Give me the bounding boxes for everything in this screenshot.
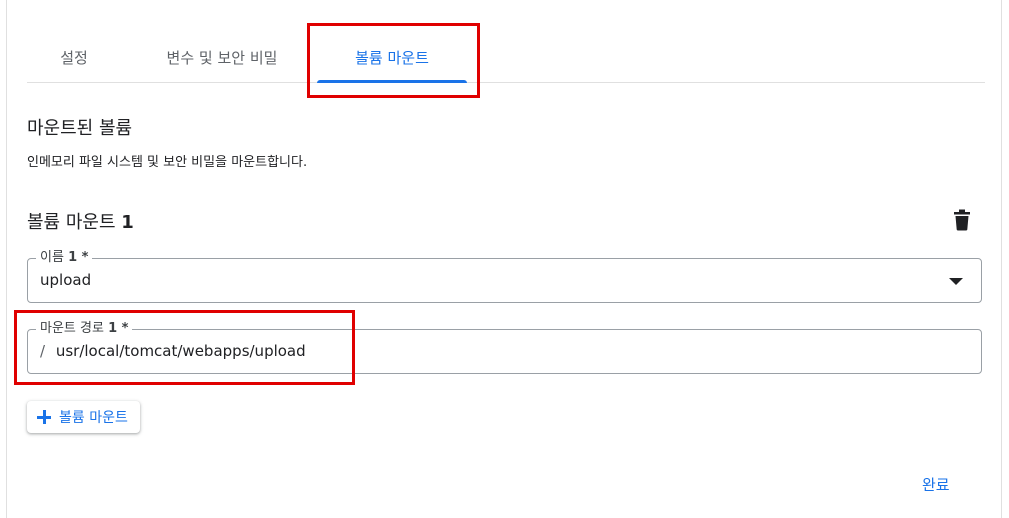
add-volume-mount-button[interactable]: 볼륨 마운트 xyxy=(27,401,140,433)
section-title: 마운트된 볼륨 xyxy=(27,118,133,139)
trash-icon[interactable] xyxy=(952,209,972,231)
name-select[interactable]: 이름 1 * upload xyxy=(27,250,982,303)
active-tab-indicator xyxy=(317,80,467,83)
tab-settings[interactable]: 설정 xyxy=(39,34,109,82)
plus-icon xyxy=(37,410,51,424)
tab-label: 설정 xyxy=(60,49,88,67)
tab-label: 볼륨 마운트 xyxy=(355,49,429,67)
volume-mount-title: 볼륨 마운트 1 xyxy=(27,208,134,234)
tab-label: 변수 및 보안 비밀 xyxy=(166,49,278,67)
name-field-label: 이름 1 * xyxy=(36,250,93,266)
name-label-text: 이름 xyxy=(40,250,64,265)
path-prefix: / xyxy=(40,342,46,360)
done-button[interactable]: 완료 xyxy=(912,470,960,499)
mount-path-label: 마운트 경로 1 * xyxy=(36,321,133,337)
mount-path-value: usr/local/tomcat/webapps/upload xyxy=(55,342,306,360)
tab-bar: 설정 변수 및 보안 비밀 볼륨 마운트 xyxy=(27,34,985,83)
name-label-suffix: 1 * xyxy=(68,250,89,265)
section-description: 인메모리 파일 시스템 및 보안 비밀을 마운트합니다. xyxy=(27,155,308,170)
mount-path-value-wrap: / usr/local/tomcat/webapps/upload xyxy=(40,342,306,360)
name-field-value: upload xyxy=(40,271,92,289)
mount-path-input[interactable]: 마운트 경로 1 * / usr/local/tomcat/webapps/up… xyxy=(27,321,982,374)
add-volume-mount-label: 볼륨 마운트 xyxy=(59,410,128,426)
volume-mount-number: 1 xyxy=(121,212,134,233)
tab-variables-secrets[interactable]: 변수 및 보안 비밀 xyxy=(137,34,307,82)
dropdown-arrow-icon[interactable] xyxy=(949,278,963,285)
volume-mount-title-text: 볼륨 마운트 xyxy=(27,212,116,233)
mount-path-label-text: 마운트 경로 xyxy=(40,321,104,336)
tab-volume-mounts[interactable]: 볼륨 마운트 xyxy=(317,34,467,83)
mount-path-label-suffix: 1 * xyxy=(108,321,129,336)
